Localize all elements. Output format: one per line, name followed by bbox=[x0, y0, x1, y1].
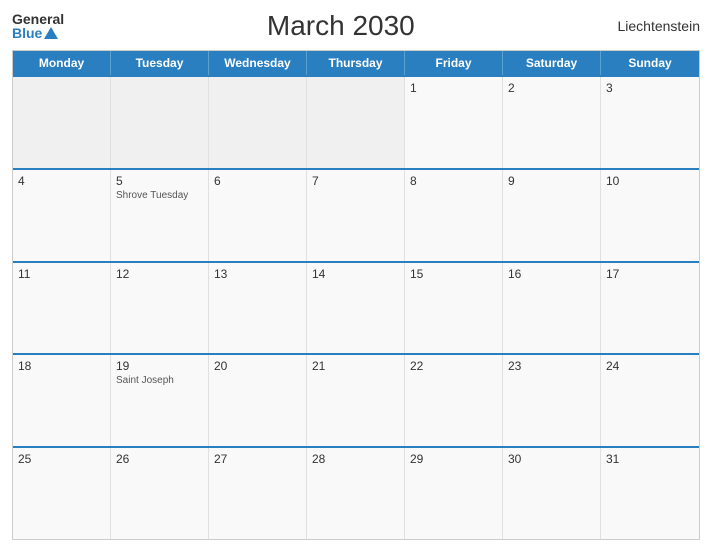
day-number: 9 bbox=[508, 174, 595, 188]
day-number: 31 bbox=[606, 452, 694, 466]
calendar: Monday Tuesday Wednesday Thursday Friday… bbox=[12, 50, 700, 540]
day-cell bbox=[307, 77, 405, 168]
day-number: 20 bbox=[214, 359, 301, 373]
week-3: 11 12 13 14 15 16 17 bbox=[13, 261, 699, 354]
header-friday: Friday bbox=[405, 51, 503, 75]
day-cell-18: 18 bbox=[13, 355, 111, 446]
day-number: 2 bbox=[508, 81, 595, 95]
day-number: 30 bbox=[508, 452, 595, 466]
day-cell-7: 7 bbox=[307, 170, 405, 261]
holiday-label: Shrove Tuesday bbox=[116, 190, 203, 201]
day-number: 15 bbox=[410, 267, 497, 281]
day-number: 23 bbox=[508, 359, 595, 373]
holiday-label: Saint Joseph bbox=[116, 375, 203, 386]
day-cell-11: 11 bbox=[13, 263, 111, 354]
day-cell-2: 2 bbox=[503, 77, 601, 168]
day-number: 21 bbox=[312, 359, 399, 373]
day-number: 10 bbox=[606, 174, 694, 188]
day-cell-21: 21 bbox=[307, 355, 405, 446]
day-headers: Monday Tuesday Wednesday Thursday Friday… bbox=[13, 51, 699, 75]
day-cell-30: 30 bbox=[503, 448, 601, 539]
day-number: 26 bbox=[116, 452, 203, 466]
header-tuesday: Tuesday bbox=[111, 51, 209, 75]
day-number: 17 bbox=[606, 267, 694, 281]
day-cell-6: 6 bbox=[209, 170, 307, 261]
day-cell-22: 22 bbox=[405, 355, 503, 446]
day-cell-14: 14 bbox=[307, 263, 405, 354]
day-number: 16 bbox=[508, 267, 595, 281]
day-cell-26: 26 bbox=[111, 448, 209, 539]
logo-general-text: General bbox=[12, 12, 64, 26]
weeks: 1 2 3 4 5 Shrove Tuesday 6 bbox=[13, 75, 699, 539]
day-number: 29 bbox=[410, 452, 497, 466]
day-cell-19: 19 Saint Joseph bbox=[111, 355, 209, 446]
day-cell-25: 25 bbox=[13, 448, 111, 539]
day-cell bbox=[111, 77, 209, 168]
day-number: 25 bbox=[18, 452, 105, 466]
day-number: 19 bbox=[116, 359, 203, 373]
day-cell-31: 31 bbox=[601, 448, 699, 539]
day-number: 18 bbox=[18, 359, 105, 373]
header-monday: Monday bbox=[13, 51, 111, 75]
day-cell-15: 15 bbox=[405, 263, 503, 354]
day-number: 24 bbox=[606, 359, 694, 373]
header-wednesday: Wednesday bbox=[209, 51, 307, 75]
week-2: 4 5 Shrove Tuesday 6 7 8 9 bbox=[13, 168, 699, 261]
header-thursday: Thursday bbox=[307, 51, 405, 75]
day-number: 7 bbox=[312, 174, 399, 188]
day-number: 12 bbox=[116, 267, 203, 281]
day-cell-10: 10 bbox=[601, 170, 699, 261]
day-cell-12: 12 bbox=[111, 263, 209, 354]
day-cell-29: 29 bbox=[405, 448, 503, 539]
day-cell-17: 17 bbox=[601, 263, 699, 354]
week-1: 1 2 3 bbox=[13, 75, 699, 168]
day-number: 11 bbox=[18, 267, 105, 281]
header: General Blue March 2030 Liechtenstein bbox=[12, 10, 700, 42]
day-number: 13 bbox=[214, 267, 301, 281]
day-cell-5: 5 Shrove Tuesday bbox=[111, 170, 209, 261]
day-number: 4 bbox=[18, 174, 105, 188]
day-cell-3: 3 bbox=[601, 77, 699, 168]
day-cell bbox=[13, 77, 111, 168]
day-cell-9: 9 bbox=[503, 170, 601, 261]
country-label: Liechtenstein bbox=[617, 18, 700, 34]
day-cell-8: 8 bbox=[405, 170, 503, 261]
day-cell bbox=[209, 77, 307, 168]
logo-triangle-icon bbox=[44, 27, 58, 39]
day-number: 6 bbox=[214, 174, 301, 188]
calendar-title: March 2030 bbox=[267, 10, 415, 42]
day-cell-1: 1 bbox=[405, 77, 503, 168]
day-number: 5 bbox=[116, 174, 203, 188]
header-saturday: Saturday bbox=[503, 51, 601, 75]
page: General Blue March 2030 Liechtenstein Mo… bbox=[0, 0, 712, 550]
day-cell-27: 27 bbox=[209, 448, 307, 539]
day-number: 8 bbox=[410, 174, 497, 188]
header-sunday: Sunday bbox=[601, 51, 699, 75]
day-cell-4: 4 bbox=[13, 170, 111, 261]
day-number: 14 bbox=[312, 267, 399, 281]
logo: General Blue bbox=[12, 12, 64, 40]
day-cell-28: 28 bbox=[307, 448, 405, 539]
day-cell-24: 24 bbox=[601, 355, 699, 446]
week-5: 25 26 27 28 29 30 31 bbox=[13, 446, 699, 539]
day-number: 28 bbox=[312, 452, 399, 466]
day-cell-13: 13 bbox=[209, 263, 307, 354]
day-number: 1 bbox=[410, 81, 497, 95]
logo-blue-text: Blue bbox=[12, 26, 64, 40]
day-number: 22 bbox=[410, 359, 497, 373]
day-number: 3 bbox=[606, 81, 694, 95]
day-cell-23: 23 bbox=[503, 355, 601, 446]
day-cell-20: 20 bbox=[209, 355, 307, 446]
day-cell-16: 16 bbox=[503, 263, 601, 354]
day-number: 27 bbox=[214, 452, 301, 466]
week-4: 18 19 Saint Joseph 20 21 22 23 bbox=[13, 353, 699, 446]
